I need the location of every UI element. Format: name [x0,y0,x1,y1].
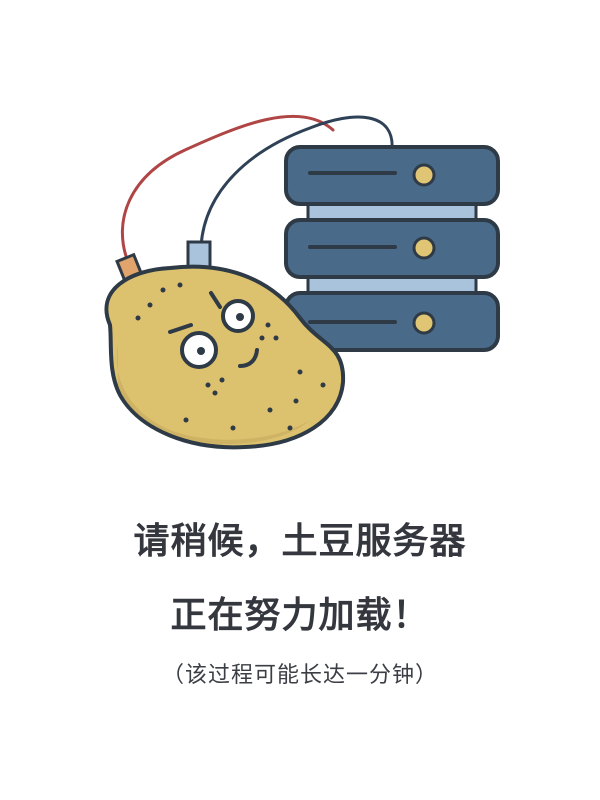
server-light-icon [412,163,436,187]
server-light-icon [412,311,436,335]
server-stack-icon [284,145,500,352]
server-unit [284,145,500,206]
server-light-icon [412,236,436,260]
loading-duration-note: （该过程可能长达一分钟） [161,663,438,688]
loading-headline-line2: 正在努力加载！ [170,595,430,636]
loading-page: 请稍候，土豆服务器 正在努力加载！ （该过程可能长达一分钟） [0,0,600,800]
loading-headline-line1: 请稍候，土豆服务器 [133,521,467,562]
loading-illustration [104,114,500,450]
